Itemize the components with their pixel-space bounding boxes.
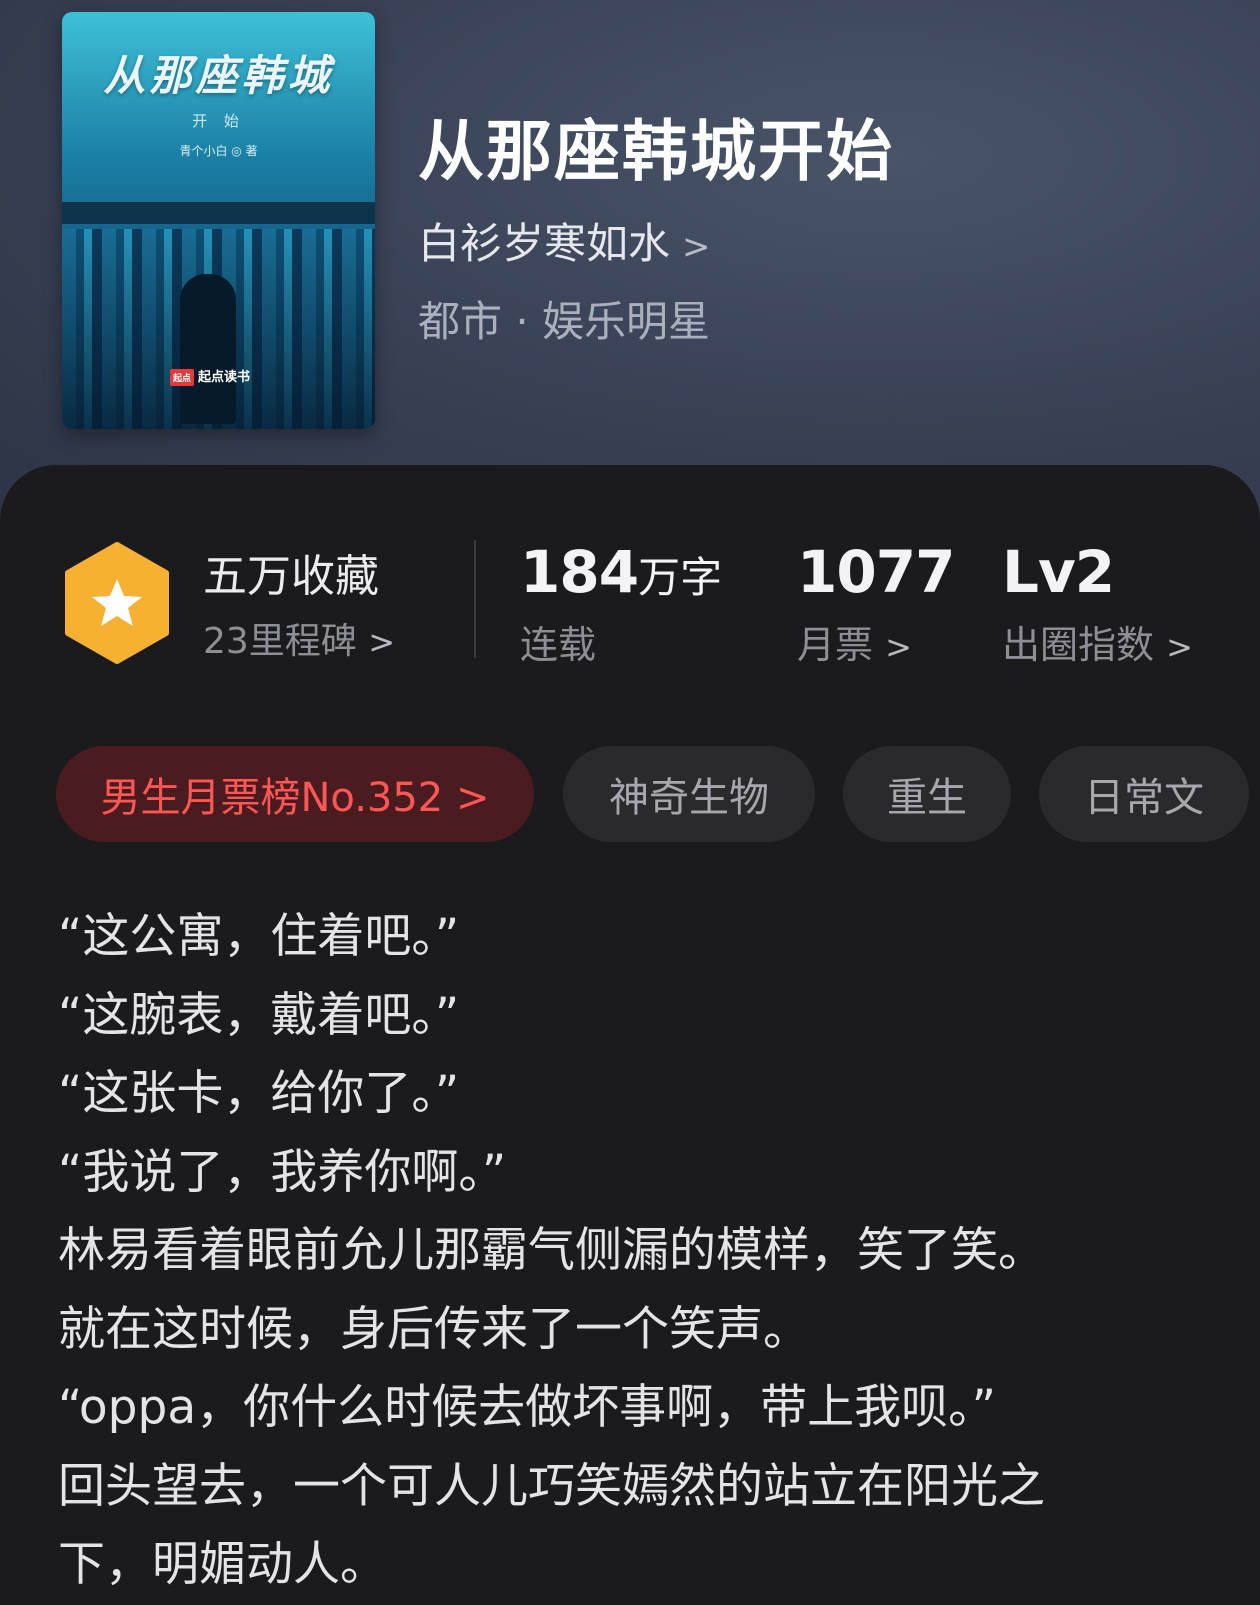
star-badge-icon — [65, 542, 169, 664]
synopsis-line: “我说了，我养你啊。” — [58, 1144, 507, 1200]
book-title: 从那座韩城开始 — [418, 112, 894, 190]
milestone-count: 23里程碑 — [203, 621, 357, 662]
monthly-tickets-count: 1077 — [797, 538, 955, 606]
cover-author: 青个小白 ◎ 著 — [179, 144, 258, 158]
synopsis-line: 就在这时候，身后传来了一个笑声。 — [58, 1301, 810, 1357]
word-count: 184万字 — [520, 538, 723, 606]
cover-title: 从那座韩城 — [103, 51, 334, 100]
book-synopsis[interactable]: “这公寓，住着吧。” “这腕表，戴着吧。” “这张卡，给你了。” “我说了，我养… — [58, 898, 1238, 1605]
synopsis-line: “这张卡，给你了。” — [58, 1066, 460, 1121]
book-cover-image[interactable]: 从那座韩城 开 始 青个小白 ◎ 著 起点 起点读书 — [62, 12, 375, 429]
stats-divider — [474, 540, 476, 658]
tag-rebirth[interactable]: 重生 — [843, 746, 1011, 842]
chevron-right-icon: > — [1166, 628, 1193, 666]
monthly-tickets-link[interactable]: 月票 > — [797, 614, 912, 669]
monthly-tickets-label: 月票 — [797, 623, 874, 667]
synopsis-line: 回头望去，一个可人儿巧笑嫣然的站立在阳光之 — [58, 1458, 1045, 1514]
synopsis-line: “这公寓，住着吧。” — [58, 909, 460, 964]
synopsis-line: “这腕表，戴着吧。” — [58, 987, 460, 1043]
tag-daily-life[interactable]: 日常文 — [1039, 746, 1249, 842]
author-link[interactable]: 白衫岁寒如水 > — [418, 210, 711, 271]
synopsis-line: 林易看着眼前允儿那霸气侧漏的模样，笑了笑。 — [58, 1223, 1045, 1278]
serial-status: 连载 — [520, 623, 597, 667]
cover-figure — [180, 274, 236, 424]
ranking-tag[interactable]: 男生月票榜No.352 > — [56, 746, 534, 842]
cover-subtitle: 开 始 — [192, 112, 245, 130]
chevron-right-icon: > — [368, 623, 396, 661]
chevron-right-icon: > — [885, 628, 912, 666]
synopsis-line: 下，明媚动人。 — [58, 1537, 387, 1592]
book-genre: 都市 · 娱乐明星 — [418, 297, 711, 346]
synopsis-line: “oppa，你什么时候去做坏事啊，带上我呗。” — [58, 1380, 997, 1435]
collect-milestone-link[interactable]: 23里程碑 > — [203, 612, 395, 664]
collect-milestone-title[interactable]: 五万收藏 — [203, 540, 379, 604]
popularity-level: Lv2 — [1002, 538, 1115, 606]
chevron-right-icon: > — [682, 227, 711, 267]
popularity-index-label: 出圈指数 — [1002, 623, 1155, 667]
cover-railing — [62, 202, 375, 224]
author-name: 白衫岁寒如水 — [418, 219, 671, 268]
cover-publisher-logo: 起点 起点读书 — [170, 366, 250, 386]
tag-magical-creatures[interactable]: 神奇生物 — [563, 746, 815, 842]
popularity-index-link[interactable]: 出圈指数 > — [1002, 614, 1193, 669]
